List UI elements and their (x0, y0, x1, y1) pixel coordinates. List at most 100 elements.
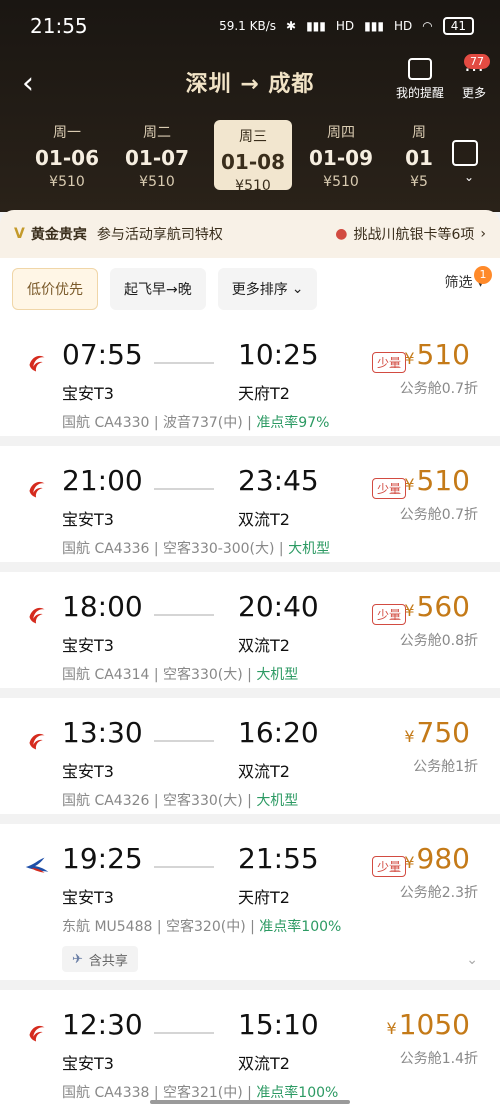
wifi-icon: ◠ (422, 19, 433, 33)
sort-departure-label: 起飞早→晚 (124, 282, 192, 298)
price: ¥1050 (387, 1008, 470, 1041)
sort-low-price-label: 低价优先 (27, 282, 83, 298)
currency-icon: ¥ (404, 601, 415, 620)
price-value: 750 (416, 716, 470, 749)
flight-meta-text: 东航 MU5488 | 空客320(中) | (62, 919, 260, 935)
alerts-button[interactable]: 我的提醒 (396, 58, 444, 101)
date-date: 01 (405, 146, 433, 170)
flight-card[interactable]: 18:00 20:40 宝安T3 双流T2 少量 ¥560 公务舱0.8折 国航… (0, 572, 500, 698)
arrival-airport: 天府T2 (238, 888, 290, 907)
flight-meta: 国航 CA4314 | 空客330(大) | 大机型 (62, 664, 298, 684)
signal-label-2: HD (393, 19, 413, 33)
arrival-airport: 天府T2 (238, 384, 290, 403)
calendar-button[interactable] (452, 140, 478, 166)
departure-time: 18:00 (62, 590, 143, 623)
air-china-logo-icon (29, 607, 45, 624)
top-nav: ‹ 深圳 → 成都 我的提醒 ⋯ 更多 77 (0, 52, 500, 112)
departure-time: 21:00 (62, 464, 143, 497)
vip-icon: V (14, 226, 25, 242)
flight-meta: 国航 CA4326 | 空客330(大) | 大机型 (62, 790, 298, 810)
date-cell[interactable]: 周一 01-06 ¥510 (28, 122, 106, 190)
price-value: 1050 (398, 1008, 470, 1041)
flight-card[interactable]: 12:30 15:10 宝安T3 双流T2 ¥1050 公务舱1.4折 国航 C… (0, 990, 500, 1111)
airline-logo-icon: ● (335, 226, 348, 242)
flight-meta-text: 国航 CA4338 | 空客321(中) | (62, 1085, 257, 1101)
status-bar: 21:55 59.1 KB/s ✱ ▮▮▮ HD ▮▮▮ HD ◠ 41 (0, 0, 500, 52)
flight-meta-text: 国航 CA4314 | 空客330(大) | (62, 667, 257, 683)
price-value: 560 (416, 590, 470, 623)
currency-icon: ¥ (386, 1019, 397, 1038)
signal-icon: ▮▮▮ (306, 19, 326, 33)
arrival-time: 23:45 (238, 464, 319, 497)
more-button[interactable]: ⋯ 更多 77 (462, 54, 490, 101)
back-button[interactable]: ‹ (22, 66, 52, 101)
departure-airport: 宝安T3 (62, 384, 114, 403)
flight-meta: 国航 CA4338 | 空客321(中) | 准点率100% (62, 1082, 338, 1102)
sort-departure-time[interactable]: 起飞早→晚 (110, 268, 206, 310)
air-china-logo-icon (29, 1025, 45, 1042)
battery-indicator: 41 (442, 17, 474, 35)
chevron-down-icon: ⌄ (463, 170, 474, 184)
price-value: 510 (416, 464, 470, 497)
currency-icon: ¥ (404, 853, 415, 872)
price: ¥510 (404, 338, 470, 371)
flight-card[interactable]: 13:30 16:20 宝安T3 双流T2 ¥750 公务舱1折 国航 CA43… (0, 698, 500, 824)
date-price: ¥510 (323, 174, 359, 190)
date-cell[interactable]: 周四 01-09 ¥510 (302, 122, 380, 190)
net-speed: 59.1 KB/s (219, 19, 277, 33)
status-right: 59.1 KB/s ✱ ▮▮▮ HD ▮▮▮ HD ◠ 41 (219, 17, 474, 35)
flight-meta-highlight: 大机型 (256, 793, 299, 809)
route-title: 深圳 → 成都 (185, 72, 315, 97)
departure-time: 13:30 (62, 716, 143, 749)
date-price: ¥510 (49, 174, 85, 190)
price: ¥980 (404, 842, 470, 875)
status-time: 21:55 (30, 14, 88, 38)
air-china-logo-icon (29, 355, 45, 372)
route-line (154, 488, 214, 490)
more-sort[interactable]: 更多排序 ⌄ (217, 268, 318, 310)
flight-meta-highlight: 准点率100% (259, 919, 342, 935)
departure-time: 19:25 (62, 842, 143, 875)
flight-card[interactable]: 07:55 10:25 宝安T3 天府T2 少量 ¥510 公务舱0.7折 国航… (0, 320, 500, 446)
china-eastern-logo-icon (25, 857, 49, 873)
codeshare-tag[interactable]: ✈ 含共享 (62, 946, 138, 972)
arrival-time: 15:10 (238, 1008, 319, 1041)
promo-right-text: 挑战川航银卡等6项 (353, 227, 475, 243)
price: ¥560 (404, 590, 470, 623)
date-date: 01-08 (221, 150, 285, 174)
departure-airport: 宝安T3 (62, 888, 114, 907)
chevron-down-icon[interactable]: ⌄ (466, 952, 478, 968)
chevron-left-icon: ‹ (22, 66, 34, 101)
codeshare-label: 含共享 (88, 953, 128, 969)
departure-airport: 宝安T3 (62, 1054, 114, 1073)
date-week: 周三 (239, 129, 267, 145)
filter-label: 筛选 (444, 275, 473, 291)
flight-meta-highlight: 大机型 (288, 541, 331, 557)
arrival-time: 21:55 (238, 842, 319, 875)
date-cell-selected[interactable]: 周三 01-08 ¥510 (214, 120, 292, 194)
flight-card[interactable]: 21:00 23:45 宝安T3 双流T2 少量 ¥510 公务舱0.7折 国航… (0, 446, 500, 572)
date-cell[interactable]: 5 (0, 122, 30, 154)
date-cell[interactable]: 周 01 ¥5 (394, 122, 444, 190)
flight-card[interactable]: 19:25 21:55 宝安T3 天府T2 少量 ¥980 公务舱2.3折 东航… (0, 824, 500, 990)
flight-meta-text: 国航 CA4326 | 空客330(大) | (62, 793, 257, 809)
flight-meta-highlight: 准点率97% (256, 415, 330, 431)
promo-right[interactable]: ● 挑战川航银卡等6项 › (335, 224, 486, 244)
flight-meta: 东航 MU5488 | 空客320(中) | 准点率100% (62, 916, 341, 936)
route-line (154, 614, 214, 616)
date-cell[interactable]: 周二 01-07 ¥510 (118, 122, 196, 190)
date-price: ¥510 (139, 174, 175, 190)
filter-badge: 1 (474, 266, 492, 284)
departure-airport: 宝安T3 (62, 510, 114, 529)
air-china-logo-icon (29, 733, 45, 750)
date-week: 周四 (327, 125, 355, 141)
sort-low-price[interactable]: 低价优先 (12, 268, 98, 310)
flight-meta: 国航 CA4330 | 波音737(中) | 准点率97% (62, 412, 329, 432)
arrival-airport: 双流T2 (238, 636, 290, 655)
date-date: 5 (0, 126, 30, 150)
low-stock-badge: 少量 (371, 604, 406, 625)
promo-banner[interactable]: V 黄金贵宾 参与活动享航司特权 ● 挑战川航银卡等6项 › (0, 210, 500, 258)
home-indicator[interactable] (150, 1100, 350, 1104)
promo-text: 参与活动享航司特权 (96, 227, 223, 243)
bluetooth-icon: ✱ (286, 19, 297, 33)
